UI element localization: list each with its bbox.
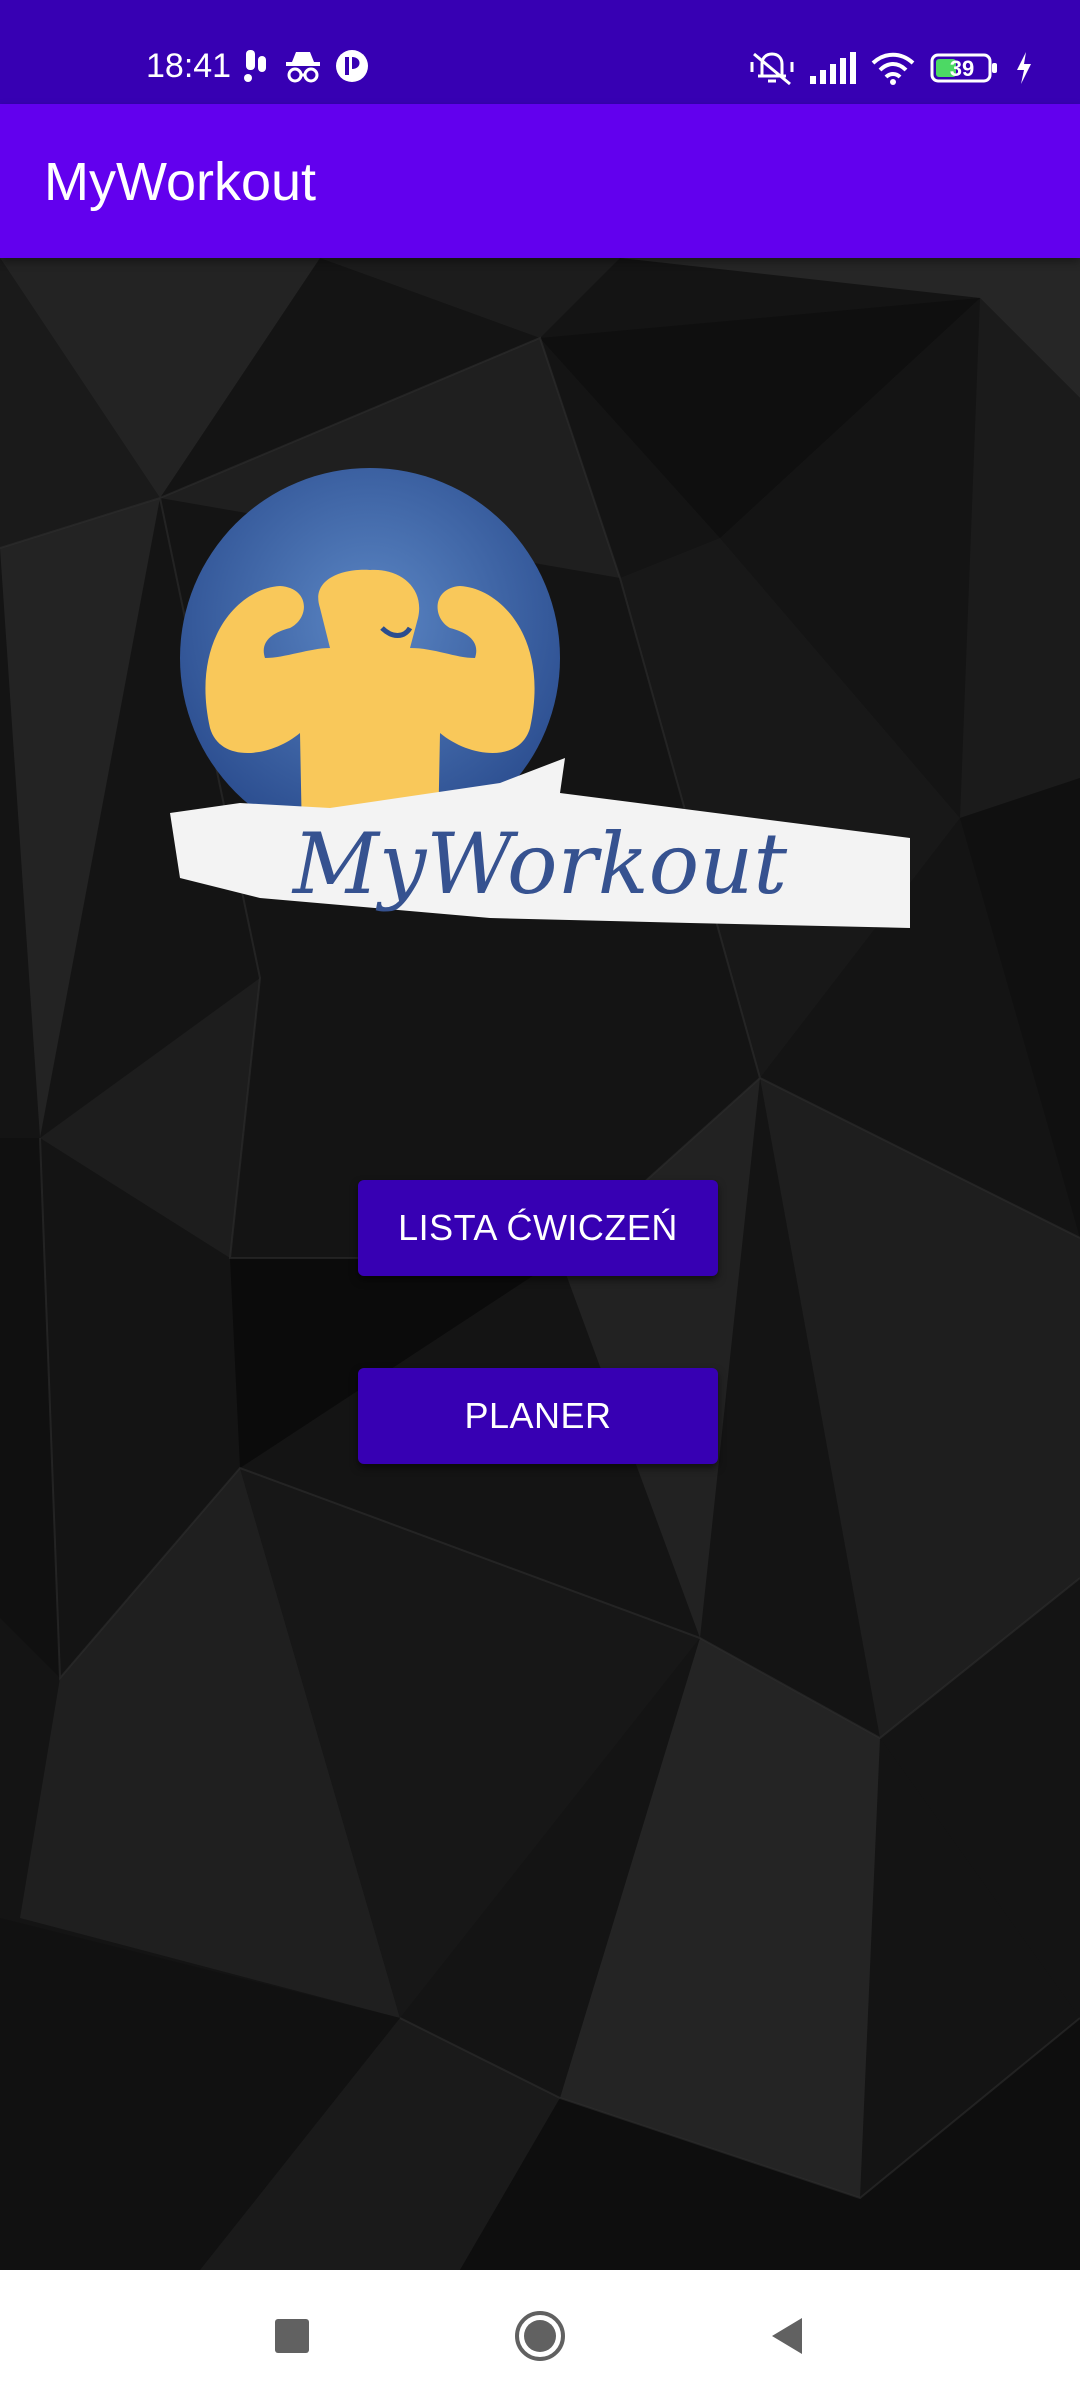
system-navigation-bar (0, 2270, 1080, 2400)
home-button[interactable] (500, 2296, 580, 2376)
app-title: MyWorkout (44, 152, 317, 212)
wifi-icon (871, 52, 915, 85)
status-bar: 18:41 39 (0, 0, 1080, 104)
status-system-icons: 39 (750, 48, 1034, 88)
silent-mode-icon (750, 52, 794, 86)
signal-icon (810, 52, 856, 84)
exercise-list-button[interactable]: LISTA ĆWICZEŃ (358, 1180, 718, 1276)
charging-icon (1017, 52, 1031, 84)
myworkout-logo: MyWorkout (170, 468, 910, 928)
battery-icon: 39 (930, 53, 997, 83)
back-triangle-icon (772, 2318, 802, 2354)
app-screen: 18:41 39 MyWorkout MyWorkout LISTA ĆWICZ… (0, 0, 1080, 2400)
logo-text: MyWorkout (291, 815, 787, 913)
app-notification-icon (336, 50, 368, 82)
vibrate-notification-icon (244, 50, 266, 82)
recents-square-icon (275, 2319, 309, 2353)
back-button[interactable] (746, 2296, 826, 2376)
main-content: MyWorkout LISTA ĆWICZEŃ PLANER (0, 258, 1080, 2270)
status-time: 18:41 (146, 47, 232, 85)
status-notification-icons (240, 48, 370, 84)
home-circle-icon (515, 2311, 565, 2361)
app-bar: MyWorkout (0, 104, 1080, 258)
battery-level: 39 (950, 56, 974, 81)
incognito-icon (286, 52, 320, 83)
recents-button[interactable] (252, 2296, 332, 2376)
planner-button[interactable]: PLANER (358, 1368, 718, 1464)
